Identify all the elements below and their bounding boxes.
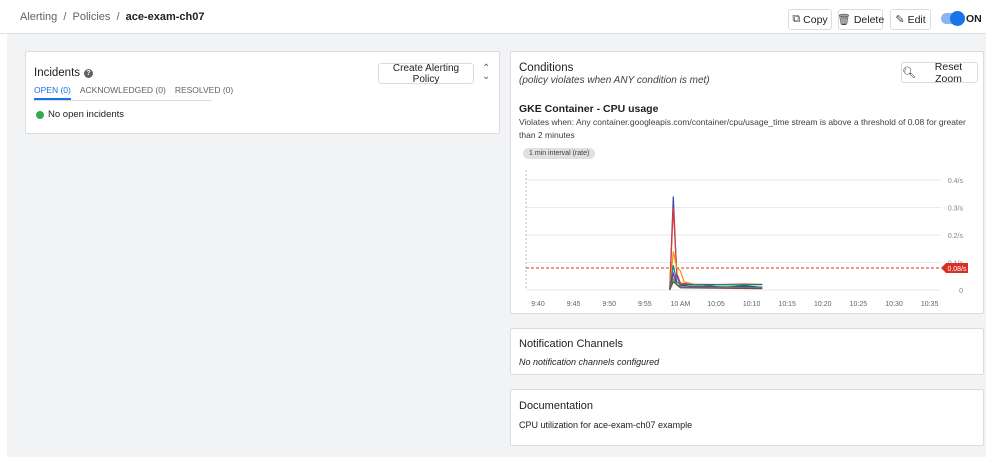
edit-icon: ✎ <box>895 14 905 26</box>
reset-zoom-button[interactable]: 🔍︎ Reset Zoom <box>901 60 978 85</box>
interval-chip[interactable]: 1 min interval (rate) <box>523 148 596 159</box>
notification-channels-message: No notification channels configured <box>519 357 660 367</box>
series-line <box>669 196 763 291</box>
notification-channels-card: Notification Channels No notification ch… <box>510 328 984 375</box>
magnifier-icon: 🔍︎ <box>902 67 916 79</box>
copy-button-label: Copy <box>803 13 828 26</box>
cpu-usage-chart[interactable]: 0.4/s0.3/s0.2/s0.1/s09:409:459:509:5510 … <box>511 160 983 310</box>
copy-icon: ⧉ <box>792 13 801 25</box>
x-tick-label: 9:40 <box>531 301 545 308</box>
reset-zoom-label: Reset Zoom <box>934 60 963 85</box>
condition-description: Violates when: Any container.googleapis.… <box>519 117 966 140</box>
x-tick-label: 9:55 <box>638 301 652 308</box>
x-tick-label: 9:50 <box>602 301 616 308</box>
y-tick-label: 0.4/s <box>948 178 964 185</box>
breadcrumb-item-alerting[interactable]: Alerting <box>20 11 57 23</box>
x-tick-label: 10:20 <box>814 301 832 308</box>
top-bar: Alerting / Policies / ace-exam-ch07 ⧉ Co… <box>0 0 986 34</box>
toggle-knob <box>950 11 965 26</box>
status-ok-icon <box>36 110 44 119</box>
conditions-title: Conditions <box>519 62 574 74</box>
threshold-label: 0.08/s <box>947 266 967 273</box>
y-tick-label: 0.2/s <box>948 233 964 240</box>
x-tick-label: 10:10 <box>743 301 761 308</box>
tab-resolved[interactable]: RESOLVED (0) <box>175 85 233 100</box>
x-tick-label: 10:25 <box>850 301 868 308</box>
notification-channels-title: Notification Channels <box>519 338 623 350</box>
breadcrumb-separator: / <box>63 11 67 23</box>
x-tick-label: 10:15 <box>778 301 796 308</box>
copy-button[interactable]: ⧉ Copy <box>788 9 832 30</box>
delete-button[interactable]: 🗑 Delete <box>836 9 885 30</box>
x-tick-label: 10:35 <box>921 301 939 308</box>
empty-state: No open incidents <box>36 109 124 120</box>
policy-enabled-toggle[interactable] <box>941 11 965 26</box>
x-tick-label: 10 AM <box>670 301 690 308</box>
incidents-title-text: Incidents <box>34 67 81 79</box>
delete-button-label: Delete <box>853 13 885 26</box>
help-icon[interactable]: ? <box>84 68 94 78</box>
breadcrumb-current: ace-exam-ch07 <box>125 11 205 23</box>
toggle-label: ON <box>966 13 982 25</box>
y-tick-label: 0.3/s <box>948 206 964 213</box>
conditions-subtitle: (policy violates when ANY condition is m… <box>519 75 710 86</box>
tab-acknowledged[interactable]: ACKNOWLEDGED (0) <box>80 85 166 100</box>
incidents-title: Incidents ? <box>34 67 94 79</box>
y-tick-label: 0 <box>959 288 963 295</box>
main-content: Incidents ? Create Alerting Policy ⌃ ⌄ OP… <box>7 34 986 457</box>
edit-button-label: Edit <box>907 13 926 26</box>
x-tick-label: 10:05 <box>707 301 725 308</box>
empty-state-text: No open incidents <box>48 109 125 120</box>
documentation-card: Documentation CPU utilization for ace-ex… <box>510 389 984 446</box>
trash-icon: 🗑 <box>836 14 851 26</box>
create-alerting-policy-button[interactable]: Create Alerting Policy <box>378 63 474 85</box>
breadcrumb: Alerting / Policies / ace-exam-ch07 <box>20 11 204 23</box>
series-line <box>669 207 763 291</box>
condition-name: GKE Container - CPU usage <box>519 103 659 115</box>
breadcrumb-item-policies[interactable]: Policies <box>72 11 110 23</box>
documentation-content: CPU utilization for ace-exam-ch07 exampl… <box>519 420 693 430</box>
breadcrumb-separator: / <box>116 11 120 23</box>
incidents-card: Incidents ? Create Alerting Policy ⌃ ⌄ OP… <box>25 51 500 134</box>
edit-button[interactable]: ✎ Edit <box>890 9 931 30</box>
collapse-icon[interactable]: ⌃ ⌄ <box>482 64 490 82</box>
tab-open[interactable]: OPEN (0) <box>34 85 71 100</box>
x-tick-label: 10:30 <box>885 301 903 308</box>
documentation-title: Documentation <box>519 400 593 412</box>
x-tick-label: 9:45 <box>567 301 581 308</box>
incident-tabs: OPEN (0) ACKNOWLEDGED (0) RESOLVED (0) <box>34 85 233 101</box>
conditions-card: Conditions (policy violates when ANY con… <box>510 51 984 314</box>
